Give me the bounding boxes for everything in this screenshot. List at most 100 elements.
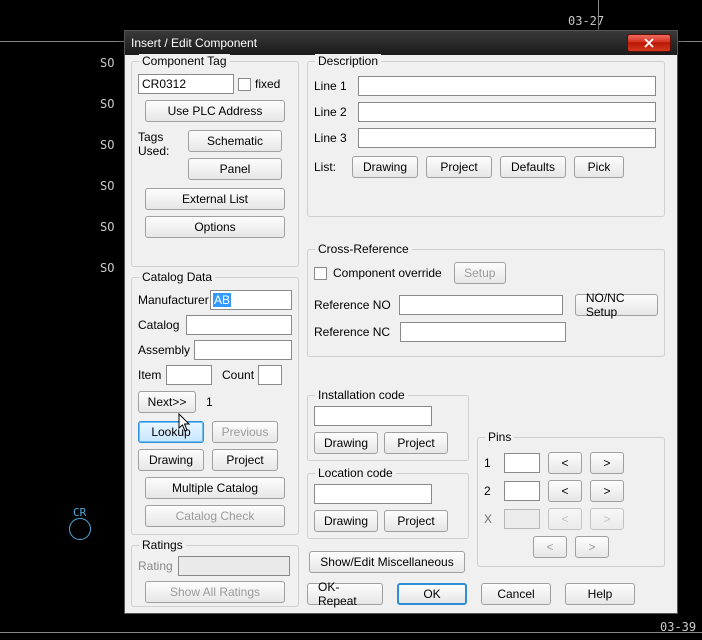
catalog-drawing-button[interactable]: Drawing: [138, 449, 204, 471]
location-code-group: Location code Drawing Project: [307, 473, 469, 539]
bg-wire-label: SO: [100, 97, 114, 111]
desc-defaults-button[interactable]: Defaults: [500, 156, 566, 178]
cancel-button[interactable]: Cancel: [481, 583, 551, 605]
panel-button[interactable]: Panel: [188, 158, 282, 180]
bg-wire-label: SO: [100, 220, 114, 234]
use-plc-button[interactable]: Use PLC Address: [145, 100, 285, 122]
rating-input[interactable]: [178, 556, 290, 576]
cr-circle-icon: [69, 518, 91, 540]
pin1-next-button[interactable]: >: [590, 452, 624, 474]
line3-input[interactable]: [358, 128, 656, 148]
ok-button[interactable]: OK: [397, 583, 467, 605]
catalog-project-button[interactable]: Project: [212, 449, 278, 471]
location-project-button[interactable]: Project: [384, 510, 448, 532]
line1-label: Line 1: [314, 79, 354, 93]
install-project-button[interactable]: Project: [384, 432, 448, 454]
ratings-group: Ratings Rating Show All Ratings: [131, 545, 299, 607]
tags-used-label: Tags Used:: [138, 130, 169, 158]
pin2-input[interactable]: [504, 481, 540, 501]
catalog-data-legend: Catalog Data: [139, 270, 215, 284]
pins-group: Pins 1 < > 2 < > X < > < >: [477, 437, 665, 567]
dialog-title: Insert / Edit Component: [131, 36, 627, 50]
installation-code-input[interactable]: [314, 406, 432, 426]
line2-label: Line 2: [314, 105, 354, 119]
pin2-next-button[interactable]: >: [590, 480, 624, 502]
installation-code-group: Installation code Drawing Project: [307, 395, 469, 461]
bg-wire-label: SO: [100, 138, 114, 152]
fixed-checkbox[interactable]: [238, 78, 251, 91]
close-button[interactable]: [627, 34, 671, 52]
next-button[interactable]: Next>>: [138, 391, 196, 413]
pinx-next-button: >: [590, 508, 624, 530]
location-code-legend: Location code: [315, 466, 396, 480]
pin1-input[interactable]: [504, 453, 540, 473]
rating-label: Rating: [138, 559, 174, 573]
previous-button[interactable]: Previous: [212, 421, 278, 443]
component-tag-legend: Component Tag: [139, 54, 230, 68]
catalog-check-button[interactable]: Catalog Check: [145, 505, 285, 527]
description-group: Description Line 1 Line 2 Line 3 List: D…: [307, 61, 665, 217]
desc-pick-button[interactable]: Pick: [574, 156, 624, 178]
titlebar[interactable]: Insert / Edit Component: [125, 31, 677, 55]
bg-wire-label: SO: [100, 179, 114, 193]
help-button[interactable]: Help: [565, 583, 635, 605]
component-tag-input[interactable]: [138, 74, 234, 94]
xref-setup-button[interactable]: Setup: [454, 262, 506, 284]
page-label: 1: [206, 395, 213, 409]
pinx-prev-button: <: [548, 508, 582, 530]
show-all-ratings-button[interactable]: Show All Ratings: [145, 581, 285, 603]
location-drawing-button[interactable]: Drawing: [314, 510, 378, 532]
options-button[interactable]: Options: [145, 216, 285, 238]
description-legend: Description: [315, 54, 381, 68]
line1-input[interactable]: [358, 76, 656, 96]
multiple-catalog-button[interactable]: Multiple Catalog: [145, 477, 285, 499]
catalog-input[interactable]: [186, 315, 292, 335]
count-input[interactable]: [258, 365, 282, 385]
pin1-label: 1: [484, 456, 496, 470]
fixed-label: fixed: [255, 77, 280, 91]
pinx-label: X: [484, 512, 496, 526]
manufacturer-selection: AB: [213, 293, 231, 307]
ref-nc-label: Reference NC: [314, 325, 396, 339]
component-tag-group: Component Tag fixed Use PLC Address Tags…: [131, 61, 299, 267]
bg-line: [0, 632, 702, 633]
ref-no-input[interactable]: [399, 295, 563, 315]
cross-reference-group: Cross-Reference Component override Setup…: [307, 249, 665, 357]
install-drawing-button[interactable]: Drawing: [314, 432, 378, 454]
pins-legend: Pins: [485, 430, 514, 444]
show-edit-misc-button[interactable]: Show/Edit Miscellaneous: [309, 551, 465, 573]
ratings-legend: Ratings: [139, 538, 186, 552]
item-input[interactable]: [166, 365, 212, 385]
pin2-prev-button[interactable]: <: [548, 480, 582, 502]
manufacturer-label: Manufacturer: [138, 293, 206, 307]
component-override-checkbox[interactable]: [314, 267, 327, 280]
ref-no-label: Reference NO: [314, 298, 395, 312]
location-code-input[interactable]: [314, 484, 432, 504]
pin2-label: 2: [484, 484, 496, 498]
external-list-button[interactable]: External List: [145, 188, 285, 210]
ok-repeat-button[interactable]: OK-Repeat: [307, 583, 383, 605]
close-icon: [644, 38, 654, 48]
pins-scroll-prev-button: <: [533, 536, 567, 558]
catalog-data-group: Catalog Data Manufacturer AB Catalog Ass…: [131, 277, 299, 535]
desc-project-button[interactable]: Project: [426, 156, 492, 178]
dialog-window: Insert / Edit Component Component Tag fi…: [124, 30, 678, 614]
list-label: List:: [314, 160, 344, 174]
schematic-button[interactable]: Schematic: [188, 130, 282, 152]
ref-nc-input[interactable]: [400, 322, 566, 342]
pinx-input: [504, 509, 540, 529]
pin1-prev-button[interactable]: <: [548, 452, 582, 474]
lookup-button[interactable]: Lookup: [138, 421, 204, 443]
desc-drawing-button[interactable]: Drawing: [352, 156, 418, 178]
assembly-input[interactable]: [194, 340, 292, 360]
component-override-label: Component override: [333, 266, 442, 280]
installation-code-legend: Installation code: [315, 388, 408, 402]
item-label: Item: [138, 368, 162, 382]
count-label: Count: [222, 368, 254, 382]
line2-input[interactable]: [358, 102, 656, 122]
bg-wire-label: SO: [100, 261, 114, 275]
bg-wire-label: SO: [100, 56, 114, 70]
nonc-setup-button[interactable]: NO/NC Setup: [575, 294, 658, 316]
cross-reference-legend: Cross-Reference: [315, 242, 412, 256]
assembly-label: Assembly: [138, 343, 190, 357]
